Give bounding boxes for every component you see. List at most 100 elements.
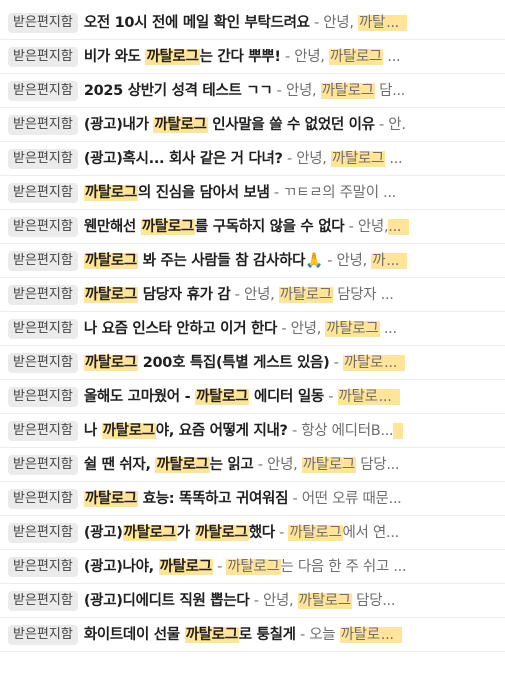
preview-text: 담당 (355, 456, 387, 473)
subject-text: 2025 상반기 성격 테스트 ㄱㄱ (83, 82, 273, 99)
email-line: 까탈로그 효능: 똑똑하고 귀여워짐 - 어떤 오류 때문... (83, 488, 497, 510)
email-subject: (광고)디에디트 직원 뽑는다 (84, 593, 250, 609)
keyword-highlight: 까탈로그 (83, 252, 138, 269)
email-row[interactable]: 받은편지함 까탈로그 봐 주는 사람들 참 감사하다🙏 - 안녕, 까... (0, 244, 505, 278)
email-row[interactable]: 받은편지함 올해도 고마웠어 - 까탈로그 에디터 일동 - 까탈로... (0, 380, 505, 414)
truncation-ellipsis: ... (382, 592, 396, 609)
preview-text: 안녕, (290, 320, 326, 337)
keyword-highlight: 까탈로그 (145, 48, 200, 65)
folder-badge: 받은편지함 (8, 318, 78, 339)
subject-text: 200호 특집(특별 게스트 있음) (137, 354, 330, 371)
folder-badge: 받은편지함 (8, 386, 78, 407)
email-subject: 2025 상반기 성격 테스트 ㄱㄱ (84, 83, 273, 99)
email-subject: 올해도 고마웠어 - 까탈로그 에디터 일동 (83, 388, 324, 405)
email-row[interactable]: 받은편지함 까탈로그 담당자 휴가 감 - 안녕, 까탈로그 담당자 ... (0, 278, 505, 312)
email-subject: 웬만해선 까탈로그를 구독하지 않을 수 없다 (83, 218, 345, 235)
keyword-highlight: 까탈 (357, 14, 387, 31)
subject-text: 웬만해선 (83, 218, 141, 235)
folder-badge: 받은편지함 (8, 556, 78, 577)
email-row[interactable]: 받은편지함 비가 와도 까탈로그는 간다 뿌뿌! - 안녕, 까탈로그 ... (0, 40, 505, 74)
keyword-highlight: 까탈로그 (83, 490, 138, 507)
email-row[interactable]: 받은편지함 나 까탈로그야, 요즘 어떻게 지내? - 항상 에디터B... (0, 414, 505, 448)
keyword-highlight: 까 (371, 252, 387, 269)
preview-text: 안녕, (267, 456, 302, 473)
folder-badge: 받은편지함 (8, 182, 78, 203)
separator: - (329, 354, 343, 371)
email-line: 까탈로그 담당자 휴가 감 - 안녕, 까탈로그 담당자 ... (83, 284, 497, 306)
keyword-highlight: 까탈로그 (301, 456, 356, 473)
email-line: 비가 와도 까탈로그는 간다 뿌뿌! - 안녕, 까탈로그 ... (84, 46, 497, 68)
email-preview: 까탈로그에서 연 (288, 524, 387, 541)
folder-badge: 받은편지함 (8, 216, 78, 237)
folder-badge: 받은편지함 (8, 114, 78, 135)
email-preview: 어떤 오류 때문 (302, 491, 389, 507)
email-row[interactable]: 받은편지함 오전 10시 전에 메일 확인 부탁드려요 - 안녕, 까탈... (0, 6, 505, 40)
keyword-highlight: 까탈로 (339, 626, 381, 643)
separator: - (272, 82, 286, 99)
preview-text: 에서 연 (342, 524, 387, 541)
email-row[interactable]: 받은편지함 화이트데이 선물 까탈로그로 퉁칠게 - 오늘 까탈로... (0, 618, 505, 652)
keyword-highlight: 까탈로그 (83, 354, 138, 371)
email-row[interactable]: 받은편지함 (광고)나야, 까탈로그 - 까탈로그는 다음 한 주 쉬고 ... (0, 550, 505, 584)
subject-text: 올해도 고마웠어 - (83, 388, 196, 405)
subject-text: 봐 주는 사람들 참 감사하다🙏 (137, 252, 324, 269)
email-row[interactable]: 받은편지함 (광고)내가 까탈로그 인사말을 쓸 수 없었던 이유 - 안. (0, 108, 505, 142)
folder-badge: 받은편지함 (8, 488, 78, 509)
email-subject: 까탈로그 봐 주는 사람들 참 감사하다🙏 (83, 252, 324, 269)
email-row[interactable]: 받은편지함 쉴 땐 쉬자, 까탈로그는 읽고 - 안녕, 까탈로그 담당... (0, 448, 505, 482)
separator: - (288, 490, 302, 507)
keyword-highlight: 까탈로그 (140, 218, 195, 235)
email-row[interactable]: 받은편지함 나 요즘 인스타 안하고 이거 한다 - 안녕, 까탈로그 ... (0, 312, 505, 346)
email-preview: 안녕, 까탈로그 (296, 150, 389, 167)
separator: - (249, 592, 263, 609)
separator: - (269, 184, 284, 201)
email-subject: 비가 와도 까탈로그는 간다 뿌뿌! (83, 48, 281, 65)
email-row[interactable]: 받은편지함 (광고)디에디트 직원 뽑는다 - 안녕, 까탈로그 담당... (0, 584, 505, 618)
email-row[interactable]: 받은편지함 까탈로그 효능: 똑똑하고 귀여워짐 - 어떤 오류 때문... (0, 482, 505, 516)
preview-text: 안녕, (262, 592, 298, 609)
email-preview: 안녕, (357, 218, 389, 235)
truncation-ellipsis: ... (384, 354, 406, 371)
email-subject: 까탈로그 200호 특집(특별 게스트 있음) (83, 354, 330, 371)
keyword-highlight: 까탈로그 (330, 150, 386, 167)
keyword-highlight: 까탈로그 (278, 286, 333, 303)
keyword-highlight: 까탈로그 (155, 456, 210, 473)
keyword-highlight: 까탈로 (337, 388, 379, 405)
separator: - (230, 286, 245, 303)
email-row[interactable]: 받은편지함 까탈로그 200호 특집(특별 게스트 있음) - 까탈로... (0, 346, 505, 380)
subject-text: 담당자 휴가 감 (137, 286, 231, 303)
separator: - (309, 14, 324, 31)
folder-badge: 받은편지함 (8, 624, 78, 645)
preview-text: ㄲㅌㄹ의 주말이 (283, 184, 384, 201)
separator: - (295, 626, 310, 643)
folder-badge: 받은편지함 (8, 250, 78, 271)
preview-text: 안녕, (336, 252, 372, 269)
email-row[interactable]: 받은편지함 까탈로그의 진심을 담아서 보냄 - ㄲㅌㄹ의 주말이 ... (0, 176, 505, 210)
subject-text: 나 요즘 인스타 안하고 이거 한다 (83, 320, 278, 337)
folder-badge: 받은편지함 (8, 454, 78, 475)
email-subject: 쉴 땐 쉬자, 까탈로그는 읽고 (84, 456, 254, 473)
subject-text: 했다 (248, 524, 275, 541)
keyword-highlight: 까탈로그 (158, 558, 213, 575)
email-row[interactable]: 받은편지함 (광고)혹시... 회사 같은 거 다녀? - 안녕, 까탈로그 ..… (0, 142, 505, 176)
preview-text: 안녕, (357, 218, 389, 235)
subject-text: 를 구독하지 않을 수 없다 (194, 218, 345, 235)
email-row[interactable]: 받은편지함 (광고)까탈로그가 까탈로그했다 - 까탈로그에서 연... (0, 516, 505, 550)
subject-text: (광고)디에디트 직원 뽑는다 (83, 592, 250, 609)
subject-text: 화이트데이 선물 (83, 626, 185, 643)
truncation-ellipsis: ... (388, 490, 402, 507)
separator: - (280, 48, 295, 65)
truncation-ellipsis: ... (386, 456, 400, 473)
preview-text: 담당자 (332, 286, 381, 303)
subject-text: 비가 와도 (83, 48, 146, 65)
email-preview: 까탈로 (342, 354, 385, 371)
preview-text: 담당 (351, 592, 383, 609)
email-preview: 까탈로 (337, 388, 379, 405)
subject-text: 가 (176, 524, 195, 541)
email-row[interactable]: 받은편지함 웬만해선 까탈로그를 구독하지 않을 수 없다 - 안녕,... (0, 210, 505, 244)
email-search-results-list: 받은편지함 오전 10시 전에 메일 확인 부탁드려요 - 안녕, 까탈... 받은… (0, 0, 505, 678)
keyword-highlight: 까탈로그 (83, 286, 138, 303)
preview-text: 안녕, (285, 82, 321, 99)
email-row[interactable]: 받은편지함 2025 상반기 성격 테스트 ㄱㄱ - 안녕, 까탈로그 담... (0, 74, 505, 108)
truncation-ellipsis: ... (388, 218, 410, 235)
